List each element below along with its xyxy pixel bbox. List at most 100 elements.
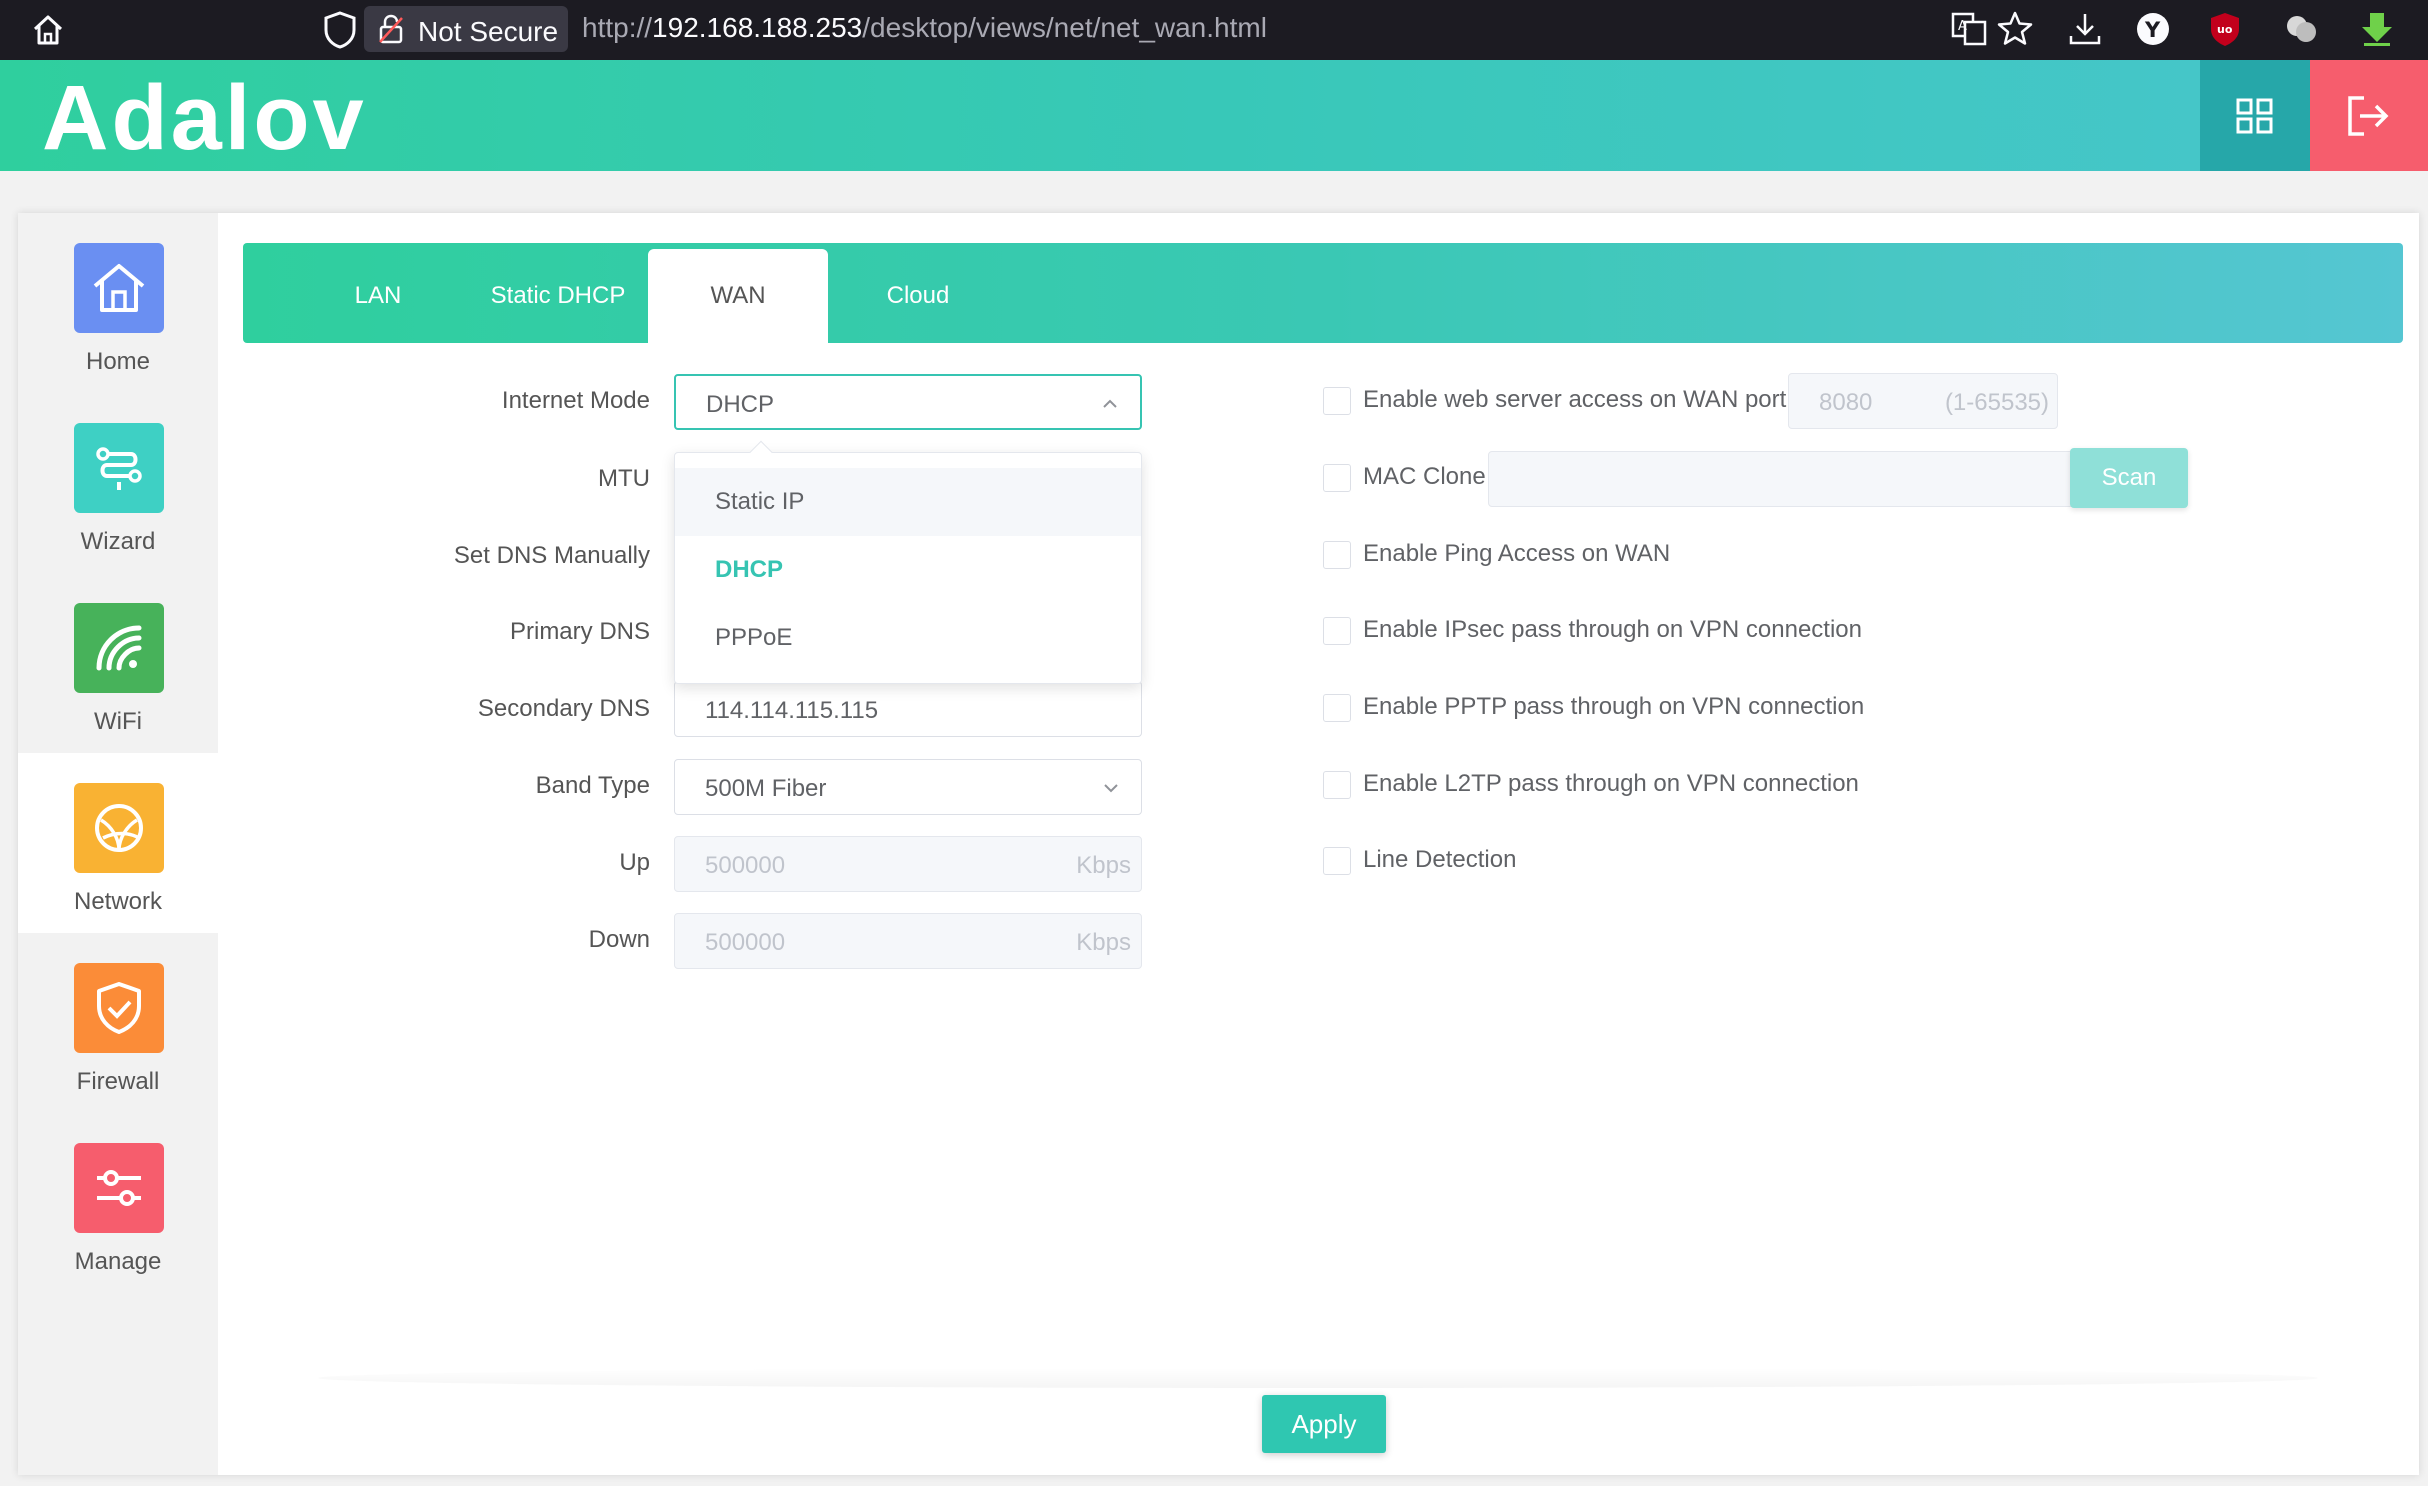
band-type-value: 500M Fiber (705, 775, 827, 802)
url-path: /desktop/views/net/net_wan.html (862, 12, 1267, 43)
up-label: Up (619, 849, 650, 876)
security-label: Not Secure (418, 16, 559, 47)
sidebar-item-label: Wizard (80, 528, 156, 555)
l2tp-label: Enable L2TP pass through on VPN connecti… (1363, 770, 1859, 797)
ipsec-checkbox[interactable] (1323, 617, 1351, 645)
mac-clone-checkbox[interactable] (1323, 464, 1351, 492)
url-scheme: http:// (582, 12, 653, 43)
main-panel: Home Wizard WiFi Network Firewall Manage… (18, 213, 2419, 1475)
tab-static-dhcp[interactable]: Static DHCP (468, 249, 648, 343)
svg-text:Y: Y (2144, 18, 2161, 42)
web-access-checkbox[interactable] (1323, 387, 1351, 415)
tab-wan[interactable]: WAN (648, 249, 828, 343)
primary-dns-label: Primary DNS (509, 618, 650, 645)
sidebar-item-label: Manage (74, 1248, 162, 1275)
network-icon (95, 804, 143, 852)
svg-text:uo: uo (2217, 23, 2233, 36)
sidebar-item-firewall[interactable]: Firewall (18, 933, 218, 1113)
down-unit: Kbps (1076, 929, 1131, 956)
network-tile (74, 783, 164, 873)
secondary-dns-value: 114.114.115.115 (705, 697, 879, 724)
sidebar: Home Wizard WiFi Network Firewall Manage (18, 213, 218, 1475)
manage-icon (97, 1170, 141, 1206)
app-header: Adalov (0, 60, 2428, 171)
internet-mode-select[interactable]: DHCP (674, 374, 1142, 430)
grid-icon (2236, 98, 2273, 134)
sidebar-item-network[interactable]: Network (18, 753, 218, 933)
browser-home-icon[interactable] (30, 12, 66, 48)
ping-label: Enable Ping Access on WAN (1363, 540, 1671, 567)
internet-mode-value: DHCP (706, 391, 775, 418)
pptp-label: Enable PPTP pass through on VPN connecti… (1363, 693, 1865, 720)
browser-toolbar: Not Secure http://192.168.188.253/deskto… (0, 0, 2428, 60)
svg-text:A: A (1958, 19, 1967, 34)
wifi-icon (96, 625, 142, 671)
up-input[interactable]: 500000 Kbps (674, 836, 1142, 892)
down-label: Down (588, 926, 650, 953)
brand-logo: Adalov (42, 67, 367, 169)
insecure-lock-icon (379, 14, 403, 44)
dropdown-caret (749, 440, 773, 464)
l2tp-checkbox[interactable] (1323, 771, 1351, 799)
tracking-shield-icon[interactable] (322, 10, 358, 50)
ipsec-label: Enable IPsec pass through on VPN connect… (1363, 616, 1862, 643)
site-security-indicator[interactable]: Not Secure (364, 6, 568, 52)
web-port-value: 8080 (1819, 389, 1873, 416)
tab-lan[interactable]: LAN (288, 249, 468, 343)
manage-tile (74, 1143, 164, 1233)
up-placeholder: 500000 (705, 852, 786, 879)
pptp-checkbox[interactable] (1323, 694, 1351, 722)
translate-icon[interactable]: A (1950, 10, 1988, 48)
home-tile (74, 243, 164, 333)
option-static-ip[interactable]: Static IP (675, 468, 1141, 536)
apps-grid-button[interactable] (2200, 60, 2310, 171)
yandex-icon[interactable]: Y (2134, 10, 2172, 48)
web-port-input[interactable]: 8080 (1-65535) (1788, 373, 2058, 429)
apply-button[interactable]: Apply (1262, 1395, 1386, 1453)
secondary-dns-input[interactable]: 114.114.115.115 (674, 681, 1142, 737)
address-bar[interactable]: http://192.168.188.253/desktop/views/net… (582, 12, 1267, 44)
line-detection-label: Line Detection (1363, 846, 1517, 873)
down-input[interactable]: 500000 Kbps (674, 913, 1142, 969)
sidebar-item-wifi[interactable]: WiFi (18, 573, 218, 753)
logout-icon (2348, 96, 2389, 136)
internet-mode-label: Internet Mode (501, 387, 650, 414)
firewall-tile (74, 963, 164, 1053)
wizard-icon (96, 447, 142, 490)
download-arrow-icon[interactable] (2358, 10, 2396, 48)
set-dns-label: Set DNS Manually (453, 542, 650, 569)
sidebar-item-label: Network (73, 888, 163, 915)
internet-mode-dropdown: Static IP DHCP PPPoE (674, 440, 1142, 684)
option-pppoe[interactable]: PPPoE (675, 604, 1141, 672)
home-icon (93, 264, 145, 312)
web-access-label: Enable web server access on WAN port (1363, 386, 1787, 413)
line-detection-checkbox[interactable] (1323, 847, 1351, 875)
up-unit: Kbps (1076, 852, 1131, 879)
logout-button[interactable] (2310, 60, 2428, 171)
ping-checkbox[interactable] (1323, 541, 1351, 569)
wizard-tile (74, 423, 164, 513)
bookmark-star-icon[interactable] (1996, 10, 2034, 48)
tab-bar: LAN Static DHCP WAN Cloud (243, 243, 2403, 343)
tab-cloud[interactable]: Cloud (828, 249, 1008, 343)
chevron-up-icon (1103, 399, 1117, 408)
firewall-icon (97, 982, 141, 1034)
sidebar-item-manage[interactable]: Manage (18, 1113, 218, 1293)
band-type-select[interactable]: 500M Fiber (674, 759, 1142, 815)
option-dhcp[interactable]: DHCP (675, 536, 1141, 604)
sidebar-item-home[interactable]: Home (18, 213, 218, 393)
sidebar-item-label: WiFi (94, 708, 142, 735)
extension-icon[interactable] (2282, 10, 2320, 48)
mac-address-input[interactable] (1488, 451, 2088, 507)
band-type-label: Band Type (535, 772, 650, 799)
url-host: 192.168.188.253 (652, 12, 863, 43)
scan-button[interactable]: Scan (2070, 448, 2188, 508)
wifi-tile (74, 603, 164, 693)
sidebar-item-wizard[interactable]: Wizard (18, 393, 218, 573)
sidebar-item-label: Home (85, 348, 151, 375)
download-icon[interactable] (2066, 10, 2104, 48)
chevron-down-icon (1104, 784, 1118, 793)
web-port-range: (1-65535) (1944, 389, 2049, 416)
footer-divider (318, 1368, 2318, 1388)
ublock-icon[interactable]: uo (2206, 10, 2244, 48)
